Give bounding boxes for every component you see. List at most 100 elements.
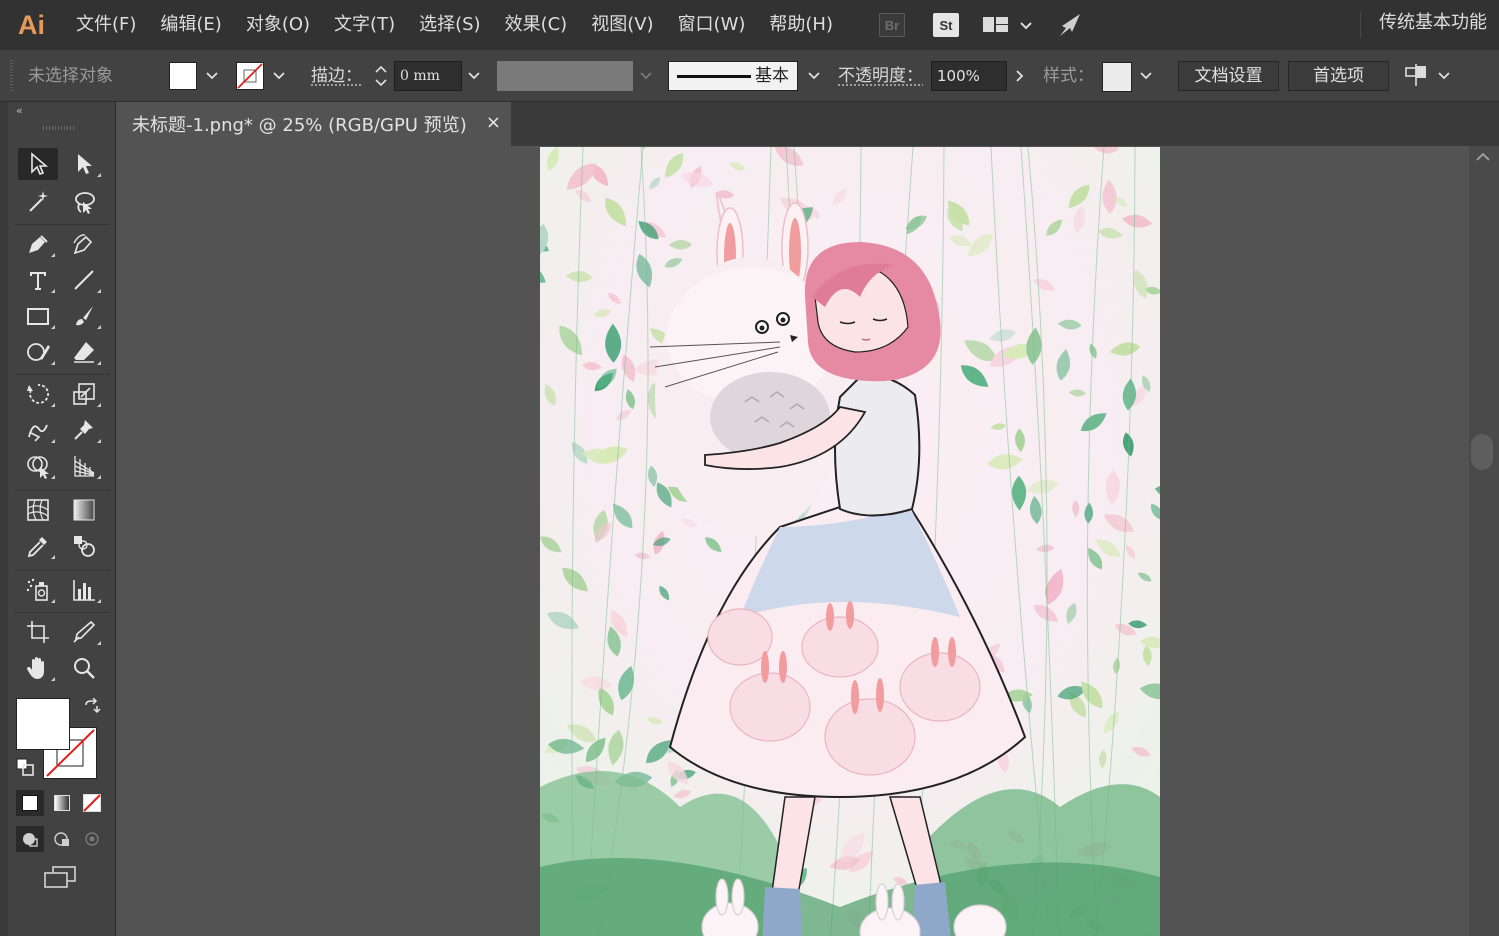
arrange-documents-icon bbox=[983, 17, 1032, 32]
brush-dropdown-button[interactable] bbox=[804, 61, 824, 91]
document-setup-button[interactable]: 文档设置 bbox=[1178, 61, 1279, 91]
draw-behind-button[interactable] bbox=[48, 826, 76, 852]
type-tool[interactable] bbox=[18, 264, 58, 296]
bridge-button[interactable]: Br bbox=[879, 13, 905, 37]
menu-effect[interactable]: 效果(C) bbox=[493, 0, 580, 50]
line-segment-tool[interactable] bbox=[64, 264, 104, 296]
paintbrush-tool[interactable] bbox=[64, 300, 104, 332]
selection-tool[interactable] bbox=[18, 148, 58, 180]
gradient-icon bbox=[73, 499, 95, 521]
style-dropdown-button[interactable] bbox=[1136, 61, 1156, 91]
control-bar-grip[interactable] bbox=[10, 60, 13, 92]
collapse-toolbox-button[interactable]: « bbox=[16, 104, 23, 117]
menubar-divider bbox=[1360, 12, 1361, 38]
zoom-tool[interactable] bbox=[64, 652, 104, 684]
gradient-tool[interactable] bbox=[64, 494, 104, 526]
menu-object[interactable]: 对象(O) bbox=[234, 0, 322, 50]
stroke-swatch[interactable] bbox=[236, 62, 264, 92]
tool-flyout-indicator bbox=[51, 403, 55, 407]
toolbox-divider bbox=[14, 570, 110, 571]
mesh-tool[interactable] bbox=[18, 494, 58, 526]
align-options-button[interactable] bbox=[1403, 62, 1455, 90]
shaper-tool[interactable] bbox=[18, 336, 58, 368]
rotate-tool[interactable] bbox=[18, 378, 58, 410]
menu-file[interactable]: 文件(F) bbox=[64, 0, 148, 50]
eyedropper-tool[interactable] bbox=[18, 530, 58, 562]
stroke-weight-stepper[interactable] bbox=[369, 61, 393, 91]
fill-color-indicator[interactable] bbox=[16, 698, 70, 750]
arrange-documents-button[interactable] bbox=[982, 14, 1042, 36]
warp-tool[interactable] bbox=[18, 414, 58, 446]
draw-inside-button[interactable] bbox=[78, 826, 106, 852]
fill-color bbox=[169, 62, 197, 90]
document-tab[interactable]: 未标题-1.png* @ 25% (RGB/GPU 预览) × bbox=[117, 102, 511, 146]
stroke-label[interactable]: 描边： bbox=[311, 61, 362, 91]
tool-flyout-indicator bbox=[97, 641, 101, 645]
stroke-none-icon bbox=[236, 62, 264, 90]
opacity-label[interactable]: 不透明度： bbox=[838, 61, 923, 91]
none-mode-button[interactable] bbox=[78, 790, 106, 816]
menu-type[interactable]: 文字(T) bbox=[322, 0, 407, 50]
align-icon bbox=[1405, 64, 1450, 86]
column-graph-tool[interactable] bbox=[64, 574, 104, 606]
stroke-weight-input[interactable]: 0 mm bbox=[394, 61, 462, 91]
color-mode-button[interactable] bbox=[16, 790, 44, 816]
canvas-area[interactable] bbox=[117, 146, 1469, 936]
brush-definition[interactable]: 基本 bbox=[668, 61, 798, 91]
artboard-tool[interactable] bbox=[18, 616, 58, 648]
magic-wand-tool[interactable] bbox=[18, 186, 58, 218]
menu-select[interactable]: 选择(S) bbox=[407, 0, 492, 50]
app-logo: Ai bbox=[18, 9, 45, 40]
fill-dropdown-button[interactable] bbox=[202, 61, 222, 91]
shape-builder-tool[interactable] bbox=[18, 450, 58, 482]
direct-selection-tool[interactable] bbox=[64, 148, 104, 180]
stroke-dropdown-button[interactable] bbox=[269, 61, 289, 91]
hand-tool[interactable] bbox=[18, 652, 58, 684]
menu-edit[interactable]: 编辑(E) bbox=[148, 0, 233, 50]
symbol-sprayer-tool[interactable] bbox=[18, 574, 58, 606]
rectangle-tool[interactable] bbox=[18, 300, 58, 332]
curvature-tool[interactable] bbox=[64, 228, 104, 260]
slice-tool[interactable] bbox=[64, 616, 104, 648]
control-bar: 未选择对象 描边： 0 mm 基本 不透明度： 100% 样式： 文档设置 首选… bbox=[0, 50, 1499, 102]
opacity-expand-button[interactable] bbox=[1010, 61, 1030, 91]
hand-icon bbox=[27, 657, 44, 679]
close-tab-button[interactable]: × bbox=[486, 112, 501, 133]
graphic-style-swatch[interactable] bbox=[1102, 62, 1132, 92]
gradient-swatch-icon bbox=[54, 795, 70, 811]
gradient-mode-button[interactable] bbox=[48, 790, 76, 816]
tool-flyout-indicator bbox=[97, 475, 101, 479]
stroke-weight-dropdown[interactable] bbox=[464, 61, 484, 91]
selection-status: 未选择对象 bbox=[28, 66, 113, 86]
fill-swatch[interactable] bbox=[169, 62, 197, 92]
opacity-input[interactable]: 100% bbox=[931, 61, 1007, 91]
chevron-up-icon[interactable] bbox=[1476, 152, 1490, 162]
scrollbar-thumb[interactable] bbox=[1471, 434, 1493, 470]
artboard[interactable] bbox=[507, 146, 1193, 936]
menu-help[interactable]: 帮助(H) bbox=[757, 0, 845, 50]
blend-tool[interactable] bbox=[64, 530, 104, 562]
swap-fill-stroke-button[interactable] bbox=[82, 697, 104, 718]
perspective-grid-tool[interactable] bbox=[64, 450, 104, 482]
scale-tool[interactable] bbox=[64, 378, 104, 410]
toolbox-grip[interactable] bbox=[43, 126, 75, 130]
variable-width-profile[interactable] bbox=[497, 61, 633, 91]
vertical-scrollbar[interactable] bbox=[1469, 146, 1499, 936]
lasso-tool[interactable] bbox=[64, 186, 104, 218]
preferences-button[interactable]: 首选项 bbox=[1288, 61, 1389, 91]
default-fill-stroke-button[interactable] bbox=[16, 758, 34, 776]
eraser-tool[interactable] bbox=[64, 336, 104, 368]
toolbox-divider bbox=[14, 612, 110, 613]
slice-knife-icon bbox=[73, 620, 96, 643]
gpu-performance-button[interactable] bbox=[1056, 10, 1086, 40]
width-profile-dropdown[interactable] bbox=[636, 61, 656, 91]
workspace-switcher[interactable]: 传统基本功能 bbox=[1379, 0, 1487, 50]
tool-flyout-indicator bbox=[97, 289, 101, 293]
puppet-warp-tool[interactable] bbox=[64, 414, 104, 446]
pen-tool[interactable] bbox=[18, 228, 58, 260]
screen-mode-button[interactable] bbox=[42, 864, 78, 892]
menu-view[interactable]: 视图(V) bbox=[579, 0, 665, 50]
stock-button[interactable]: St bbox=[933, 13, 959, 37]
menu-window[interactable]: 窗口(W) bbox=[666, 0, 758, 50]
draw-normal-button[interactable] bbox=[16, 826, 44, 852]
